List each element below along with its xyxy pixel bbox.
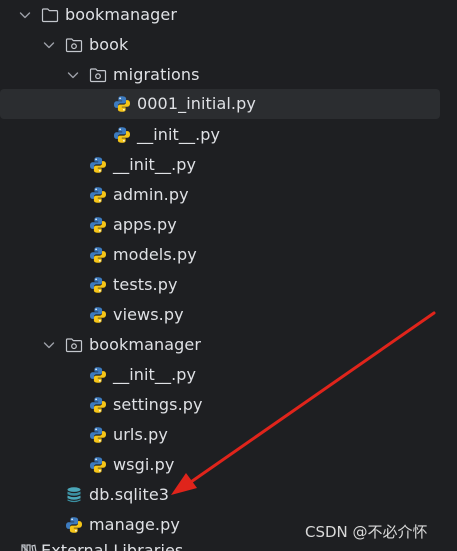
tree-item-models[interactable]: models.py (0, 240, 440, 270)
tree-item-label: views.py (113, 305, 184, 324)
tree-item-label: migrations (113, 65, 200, 84)
tree-item-label: tests.py (113, 275, 178, 294)
tree-item-label: wsgi.py (113, 455, 175, 474)
tree-item-label: __init__.py (137, 125, 221, 144)
package-folder-icon (89, 66, 107, 84)
python-file-icon (65, 516, 83, 534)
python-file-icon (113, 95, 131, 113)
python-file-icon (89, 426, 107, 444)
python-file-icon (89, 456, 107, 474)
folder-icon (41, 6, 59, 24)
tree-item-migrations-init[interactable]: __init__.py (0, 120, 440, 150)
tree-item-views[interactable]: views.py (0, 300, 440, 330)
tree-item-0001-initial[interactable]: 0001_initial.py (0, 89, 440, 119)
tree-item-bookmanager-root[interactable]: bookmanager (0, 0, 440, 30)
tree-item-label: manage.py (89, 515, 180, 534)
tree-item-label: models.py (113, 245, 197, 264)
library-icon (20, 542, 38, 551)
python-file-icon (89, 396, 107, 414)
tree-item-admin[interactable]: admin.py (0, 180, 440, 210)
tree-item-book-init[interactable]: __init__.py (0, 150, 440, 180)
python-file-icon (89, 156, 107, 174)
python-file-icon (89, 306, 107, 324)
python-file-icon (89, 186, 107, 204)
database-icon (65, 486, 83, 504)
python-file-icon (89, 276, 107, 294)
chevron-down-icon[interactable] (41, 337, 57, 353)
tree-item-label: urls.py (113, 425, 168, 444)
tree-item-migrations[interactable]: migrations (0, 60, 440, 90)
tree-item-urls[interactable]: urls.py (0, 420, 440, 450)
tree-item-label: 0001_initial.py (137, 94, 256, 113)
package-folder-icon (65, 36, 83, 54)
tree-item-label: settings.py (113, 395, 203, 414)
python-file-icon (113, 126, 131, 144)
tree-item-label: __init__.py (113, 365, 197, 384)
python-file-icon (89, 366, 107, 384)
tree-item-label: bookmanager (65, 5, 178, 24)
tree-item-apps[interactable]: apps.py (0, 210, 440, 240)
tree-item-bookmanager-init[interactable]: __init__.py (0, 360, 440, 390)
tree-item-label: admin.py (113, 185, 189, 204)
tree-item-label: apps.py (113, 215, 177, 234)
tree-item-book[interactable]: book (0, 30, 440, 60)
tree-item-manage[interactable]: manage.py (0, 510, 300, 540)
package-folder-icon (65, 336, 83, 354)
tree-item-db-sqlite3[interactable]: db.sqlite3 (0, 480, 440, 510)
tree-item-label: bookmanager (89, 335, 202, 354)
tree-item-label: __init__.py (113, 155, 197, 174)
tree-item-wsgi[interactable]: wsgi.py (0, 450, 440, 480)
tree-item-tests[interactable]: tests.py (0, 270, 440, 300)
watermark: CSDN @不必介怀 (305, 523, 428, 541)
tree-item-settings[interactable]: settings.py (0, 390, 440, 420)
python-file-icon (89, 216, 107, 234)
tree-item-label: book (89, 35, 129, 54)
tree-item-label: db.sqlite3 (89, 485, 170, 504)
python-file-icon (89, 246, 107, 264)
tree-item-label: External Libraries (41, 541, 184, 551)
chevron-down-icon[interactable] (65, 67, 81, 83)
chevron-down-icon[interactable] (41, 37, 57, 53)
chevron-down-icon[interactable] (17, 7, 33, 23)
tree-item-bookmanager-package[interactable]: bookmanager (0, 330, 440, 360)
